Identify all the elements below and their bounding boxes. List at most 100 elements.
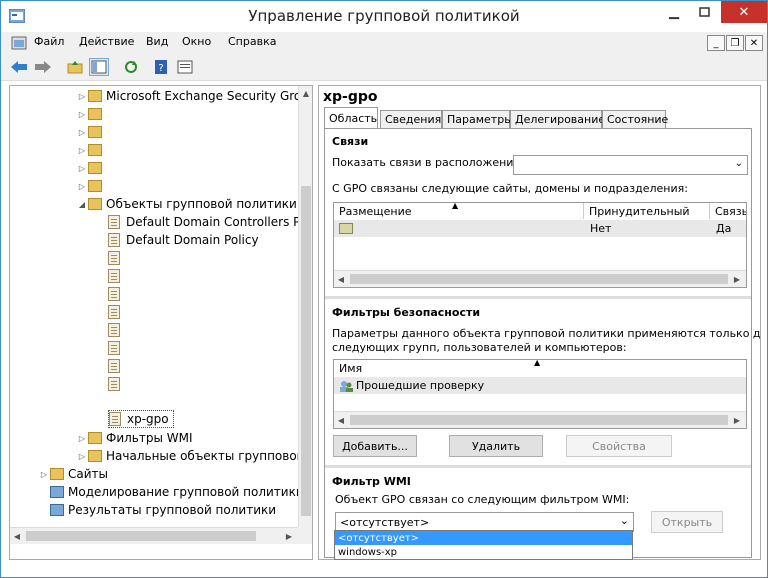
- inner-restore-button[interactable]: ❐: [726, 35, 744, 51]
- tab-settings[interactable]: Параметры: [442, 110, 513, 129]
- tree-node[interactable]: [108, 357, 126, 375]
- dropdown-option-windows-xp[interactable]: windows-xp: [335, 545, 632, 559]
- menu-window[interactable]: Окно: [182, 35, 211, 48]
- col-name[interactable]: Имя ▲: [334, 360, 746, 376]
- add-button[interactable]: Добавить...: [333, 435, 417, 457]
- tree-node[interactable]: ▷: [76, 159, 106, 177]
- gpo-icon: [108, 215, 120, 229]
- tab-delegation[interactable]: Делегирование: [510, 110, 605, 129]
- expand-arrow-icon[interactable]: ▷: [76, 452, 88, 461]
- scroll-left-icon[interactable]: ◀: [10, 528, 24, 544]
- menu-action[interactable]: Действие: [79, 35, 134, 48]
- scroll-right-icon[interactable]: ▶: [282, 528, 296, 544]
- tree-node[interactable]: ▷ Сайты: [38, 465, 108, 483]
- minimize-button[interactable]: ▁: [661, 1, 687, 23]
- table-row[interactable]: Прошедшие проверку: [334, 377, 746, 394]
- tab-scope[interactable]: Область: [324, 107, 378, 129]
- expand-arrow-icon[interactable]: ▷: [38, 470, 50, 479]
- expand-arrow-icon[interactable]: ▷: [76, 434, 88, 443]
- gpo-icon: [108, 359, 120, 373]
- menu-file[interactable]: Файл: [34, 35, 64, 48]
- tree-node-gpo-container[interactable]: ◢ Объекты групповой политики: [76, 195, 297, 213]
- security-list[interactable]: Имя ▲ Прошедшие проверку ◀ ▶: [333, 359, 747, 429]
- tree-horizontal-scrollbar[interactable]: ◀ ▶: [10, 527, 298, 544]
- forward-button[interactable]: [33, 58, 53, 76]
- table-row[interactable]: Нет Да: [334, 220, 746, 237]
- tree-node[interactable]: [108, 303, 126, 321]
- links-location-combo[interactable]: ⌄: [513, 155, 748, 175]
- close-button[interactable]: ✕: [721, 1, 767, 23]
- menu-view[interactable]: Вид: [146, 35, 168, 48]
- expand-arrow-icon[interactable]: ▷: [76, 146, 88, 155]
- expand-arrow-icon[interactable]: ▷: [76, 128, 88, 137]
- tree-node[interactable]: [108, 321, 126, 339]
- folder-icon: [88, 90, 102, 102]
- folder-icon: [88, 162, 102, 174]
- close-icon: ✕: [738, 4, 750, 20]
- tree-node[interactable]: Результаты групповой политики: [50, 501, 276, 519]
- tree-node[interactable]: ▷: [76, 123, 106, 141]
- tree-node[interactable]: Моделирование групповой политики: [50, 483, 298, 501]
- inner-close-button[interactable]: ✕: [745, 35, 763, 51]
- tree-node[interactable]: ▷: [76, 141, 106, 159]
- menu-help[interactable]: Справка: [228, 35, 276, 48]
- expand-arrow-icon[interactable]: ▷: [76, 182, 88, 191]
- dropdown-option-none[interactable]: <отсутствует>: [335, 531, 632, 545]
- tree-node[interactable]: ▷ Начальные объекты групповой п: [76, 447, 298, 465]
- expand-arrow-icon[interactable]: ▷: [76, 164, 88, 173]
- tree-node[interactable]: [108, 375, 126, 393]
- console-tree: ▷ Microsoft Exchange Security Group ▷ ▷ ▷…: [10, 86, 298, 527]
- scroll-right-icon[interactable]: ▶: [730, 412, 744, 428]
- tree-hscroll-thumb[interactable]: [26, 531, 256, 541]
- security-hscroll-thumb[interactable]: [350, 415, 728, 425]
- tree-node[interactable]: [108, 339, 126, 357]
- properties-toolbar-button[interactable]: [175, 58, 195, 76]
- wmi-folder-icon: [88, 432, 102, 444]
- open-wmi-button[interactable]: Открыть: [651, 511, 723, 533]
- scroll-up-icon[interactable]: ▲: [299, 86, 312, 100]
- tree-node[interactable]: [108, 267, 126, 285]
- tree-node[interactable]: ▷ Microsoft Exchange Security Group: [76, 87, 298, 105]
- section-divider[interactable]: [325, 465, 751, 468]
- show-tree-button[interactable]: [89, 58, 109, 76]
- links-hscrollbar[interactable]: ◀ ▶: [334, 270, 746, 287]
- menu-bar: Файл Действие Вид Окно Справка _ ❐ ✕: [1, 32, 767, 54]
- tree-node[interactable]: Default Domain Controllers Pol: [108, 213, 298, 231]
- security-hscrollbar[interactable]: ◀ ▶: [334, 411, 746, 428]
- tree-node[interactable]: ▷ Фильтры WMI: [76, 429, 193, 447]
- up-folder-button[interactable]: [65, 58, 85, 76]
- tree-scroll-thumb[interactable]: [301, 186, 311, 516]
- tree-node[interactable]: ▷: [76, 105, 106, 123]
- collapse-arrow-icon[interactable]: ◢: [76, 200, 88, 209]
- links-hscroll-thumb[interactable]: [350, 274, 728, 284]
- back-button[interactable]: [9, 58, 29, 76]
- section-divider[interactable]: [325, 296, 751, 299]
- wmi-dropdown-list[interactable]: <отсутствует> windows-xp: [334, 530, 633, 560]
- expand-arrow-icon[interactable]: ▷: [76, 110, 88, 119]
- tab-status[interactable]: Состояние: [602, 110, 668, 129]
- tree-node[interactable]: [108, 285, 126, 303]
- col-enforced[interactable]: Принудительный: [584, 203, 710, 219]
- tree-node[interactable]: ▷: [76, 177, 106, 195]
- col-location[interactable]: Размещение ▲: [334, 203, 584, 219]
- refresh-button[interactable]: [121, 58, 141, 76]
- tree-vertical-scrollbar[interactable]: ▲: [298, 86, 312, 527]
- security-heading: Фильтры безопасности: [332, 306, 481, 319]
- maximize-button[interactable]: [691, 1, 717, 23]
- inner-minimize-button[interactable]: _: [707, 35, 725, 51]
- properties-button[interactable]: Свойства: [566, 435, 672, 457]
- tree-node[interactable]: Default Domain Policy: [108, 231, 259, 249]
- chevron-down-icon: ⌄: [734, 158, 743, 169]
- tree-node-selected[interactable]: xp-gpo: [108, 410, 174, 428]
- help-button[interactable]: ?: [151, 58, 171, 76]
- remove-button[interactable]: Удалить: [449, 435, 543, 457]
- scroll-right-icon[interactable]: ▶: [730, 271, 744, 287]
- tree-node[interactable]: [108, 249, 126, 267]
- links-list[interactable]: Размещение ▲ Принудительный Связь Нет Да …: [333, 202, 747, 288]
- col-link[interactable]: Связь: [710, 203, 746, 219]
- scroll-left-icon[interactable]: ◀: [334, 412, 348, 428]
- expand-arrow-icon[interactable]: ▷: [76, 92, 88, 101]
- tab-details[interactable]: Сведения: [380, 110, 442, 129]
- wmi-filter-select[interactable]: <отсутствует> ⌄: [335, 512, 634, 532]
- scroll-left-icon[interactable]: ◀: [334, 271, 348, 287]
